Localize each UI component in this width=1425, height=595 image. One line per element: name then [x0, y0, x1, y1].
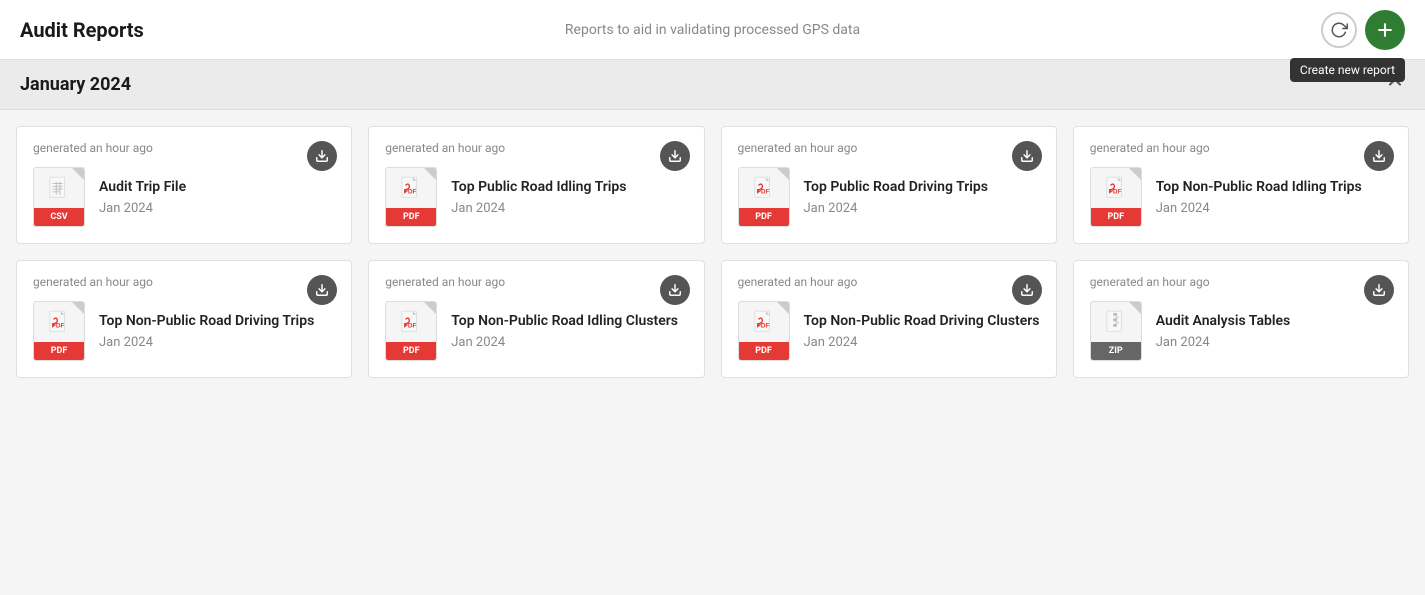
download-button[interactable] [1012, 275, 1042, 305]
section-title: January 2024 [20, 74, 131, 95]
file-icon: PDF PDF [738, 167, 790, 227]
file-icon: PDF PDF [33, 301, 85, 361]
card-meta: generated an hour ago [1090, 275, 1392, 289]
card-date: Jan 2024 [99, 335, 314, 350]
add-report-button[interactable] [1365, 10, 1405, 50]
card-info: Top Non-Public Road Driving Clusters Jan… [804, 312, 1040, 349]
card-info: Top Public Road Driving Trips Jan 2024 [804, 178, 988, 215]
download-button[interactable] [1364, 275, 1394, 305]
create-report-tooltip: Create new report [1290, 58, 1405, 82]
file-icon: PDF PDF [385, 167, 437, 227]
header-subtitle: Reports to aid in validating processed G… [565, 22, 860, 38]
card-body: CSV Audit Trip File Jan 2024 [33, 167, 335, 227]
card-meta: generated an hour ago [385, 141, 687, 155]
card-title: Top Public Road Driving Trips [804, 178, 988, 196]
file-badge: PDF [34, 342, 84, 360]
card-date: Jan 2024 [1156, 201, 1362, 216]
card-info: Audit Trip File Jan 2024 [99, 178, 186, 215]
card-info: Audit Analysis Tables Jan 2024 [1156, 312, 1290, 349]
card-meta: generated an hour ago [1090, 141, 1392, 155]
card-title: Top Public Road Idling Trips [451, 178, 626, 196]
report-card[interactable]: generated an hour ago PDF PDF [1073, 126, 1409, 244]
card-info: Top Public Road Idling Trips Jan 2024 [451, 178, 626, 215]
card-meta: generated an hour ago [385, 275, 687, 289]
card-meta: generated an hour ago [33, 275, 335, 289]
download-button[interactable] [660, 275, 690, 305]
file-icon: PDF PDF [1090, 167, 1142, 227]
card-body: PDF PDF Top Non-Public Road Idling Trips… [1090, 167, 1392, 227]
card-date: Jan 2024 [1156, 335, 1290, 350]
card-info: Top Non-Public Road Idling Trips Jan 202… [1156, 178, 1362, 215]
report-card[interactable]: generated an hour ago [16, 126, 352, 244]
card-date: Jan 2024 [99, 201, 186, 216]
file-badge: PDF [739, 208, 789, 226]
card-title: Top Non-Public Road Idling Trips [1156, 178, 1362, 196]
header: Audit Reports Reports to aid in validati… [0, 0, 1425, 60]
file-badge: ZIP [1091, 342, 1141, 360]
file-badge: CSV [34, 208, 84, 226]
card-date: Jan 2024 [451, 201, 626, 216]
card-body: ZIP Audit Analysis Tables Jan 2024 [1090, 301, 1392, 361]
card-title: Audit Trip File [99, 178, 186, 196]
card-date: Jan 2024 [451, 335, 678, 350]
file-badge: PDF [739, 342, 789, 360]
card-body: PDF PDF Top Public Road Driving Trips Ja… [738, 167, 1040, 227]
card-body: PDF PDF Top Non-Public Road Driving Trip… [33, 301, 335, 361]
card-body: PDF PDF Top Public Road Idling Trips Jan… [385, 167, 687, 227]
file-badge: PDF [386, 208, 436, 226]
file-badge: PDF [386, 342, 436, 360]
report-card[interactable]: generated an hour ago PDF PDF [368, 260, 704, 378]
card-info: Top Non-Public Road Idling Clusters Jan … [451, 312, 678, 349]
report-card[interactable]: generated an hour ago PDF PDF [368, 126, 704, 244]
report-card[interactable]: generated an hour ago Z [1073, 260, 1409, 378]
card-meta: generated an hour ago [33, 141, 335, 155]
header-actions: Create new report [1321, 10, 1405, 50]
card-body: PDF PDF Top Non-Public Road Driving Clus… [738, 301, 1040, 361]
refresh-button[interactable] [1321, 12, 1357, 48]
file-icon: ZIP [1090, 301, 1142, 361]
card-info: Top Non-Public Road Driving Trips Jan 20… [99, 312, 314, 349]
section-header: January 2024 [0, 60, 1425, 110]
download-button[interactable] [1364, 141, 1394, 171]
card-date: Jan 2024 [804, 201, 988, 216]
card-meta: generated an hour ago [738, 141, 1040, 155]
file-icon: PDF PDF [385, 301, 437, 361]
bottom-section [0, 378, 1425, 518]
card-meta: generated an hour ago [738, 275, 1040, 289]
file-badge: PDF [1091, 208, 1141, 226]
card-date: Jan 2024 [804, 335, 1040, 350]
page-title: Audit Reports [20, 18, 144, 42]
report-card[interactable]: generated an hour ago PDF PDF [721, 126, 1057, 244]
card-title: Top Non-Public Road Idling Clusters [451, 312, 678, 330]
file-icon: PDF PDF [738, 301, 790, 361]
cards-grid: generated an hour ago [0, 110, 1425, 378]
card-title: Audit Analysis Tables [1156, 312, 1290, 330]
download-button[interactable] [660, 141, 690, 171]
download-button[interactable] [1012, 141, 1042, 171]
card-body: PDF PDF Top Non-Public Road Idling Clust… [385, 301, 687, 361]
card-title: Top Non-Public Road Driving Trips [99, 312, 314, 330]
report-card[interactable]: generated an hour ago PDF PDF [16, 260, 352, 378]
file-icon: CSV [33, 167, 85, 227]
card-title: Top Non-Public Road Driving Clusters [804, 312, 1040, 330]
report-card[interactable]: generated an hour ago PDF PDF [721, 260, 1057, 378]
